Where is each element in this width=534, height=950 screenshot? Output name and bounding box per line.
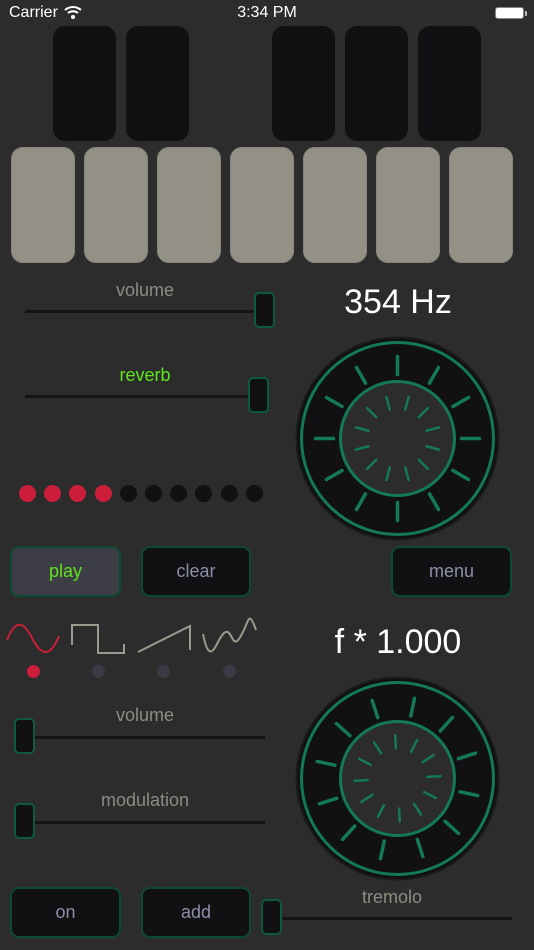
sawtooth-wave-icon[interactable]	[136, 624, 192, 654]
white-key[interactable]	[157, 147, 221, 263]
tremolo-slider-track[interactable]	[278, 917, 512, 920]
sine-wave-icon[interactable]	[5, 618, 60, 658]
volume-slider-thumb[interactable]	[254, 292, 275, 328]
waveform-radio-sawtooth[interactable]	[157, 665, 170, 678]
knob-inner-ring	[339, 380, 456, 497]
white-key[interactable]	[11, 147, 75, 263]
knob-inner-ring	[339, 720, 456, 837]
white-key[interactable]	[449, 147, 513, 263]
black-key[interactable]	[345, 26, 408, 141]
knob-inner-tick	[393, 734, 398, 750]
white-key[interactable]	[84, 147, 148, 263]
frequency-readout: 354 Hz	[344, 283, 452, 321]
reverb-slider-thumb[interactable]	[248, 377, 269, 413]
white-key[interactable]	[230, 147, 294, 263]
step-dot-inactive	[245, 485, 263, 502]
black-key[interactable]	[418, 26, 481, 141]
square-wave-icon[interactable]	[70, 622, 126, 656]
status-bar: Carrier 3:34 PM	[0, 0, 534, 28]
step-dot-inactive	[145, 485, 162, 502]
battery-icon	[495, 7, 524, 19]
knob-inner-tick	[353, 778, 369, 783]
play-button[interactable]: play	[10, 546, 121, 597]
black-key[interactable]	[126, 26, 189, 141]
multiplier-readout: f * 1.000	[334, 623, 462, 661]
waveform-radio-sine[interactable]	[27, 665, 40, 678]
step-dot-inactive	[170, 485, 188, 502]
black-key[interactable]	[272, 26, 335, 141]
step-dot-active	[69, 485, 87, 502]
volume-slider-track[interactable]	[25, 310, 257, 313]
step-dot-active	[94, 485, 112, 502]
reverb-label: reverb	[119, 365, 171, 385]
white-key[interactable]	[303, 147, 367, 263]
tremolo-label: tremolo	[361, 887, 423, 907]
white-key[interactable]	[376, 147, 440, 263]
on-button[interactable]: on	[10, 887, 121, 938]
add-button[interactable]: add	[141, 887, 251, 938]
volume-label: volume	[115, 280, 175, 300]
modulation-label: modulation	[100, 790, 190, 810]
modulation-slider-thumb[interactable]	[14, 803, 35, 839]
clear-button[interactable]: clear	[141, 546, 251, 597]
clock: 3:34 PM	[237, 4, 297, 21]
reverb-slider-track[interactable]	[25, 395, 249, 398]
step-dot-active	[44, 485, 62, 502]
modulation-slider-track[interactable]	[34, 821, 265, 824]
multiplier-knob[interactable]	[295, 676, 500, 881]
black-key[interactable]	[53, 26, 116, 141]
frequency-knob[interactable]	[295, 336, 500, 541]
battery-tip	[525, 11, 527, 16]
knob-inner-tick	[397, 807, 402, 823]
osc-volume-slider-track[interactable]	[34, 736, 265, 739]
menu-button[interactable]: menu	[391, 546, 512, 597]
step-dot-inactive	[119, 485, 137, 502]
osc-volume-slider-thumb[interactable]	[14, 718, 35, 754]
step-dot-active	[19, 485, 36, 502]
step-dot-inactive	[220, 485, 238, 502]
waveform-radio-square[interactable]	[92, 665, 105, 678]
waveform-radio-custom[interactable]	[223, 665, 236, 678]
knob-inner-tick	[426, 774, 442, 779]
tremolo-slider-thumb[interactable]	[261, 899, 282, 935]
step-dot-inactive	[195, 485, 213, 502]
custom-wave-icon[interactable]	[201, 614, 259, 662]
osc-volume-label: volume	[115, 705, 175, 725]
